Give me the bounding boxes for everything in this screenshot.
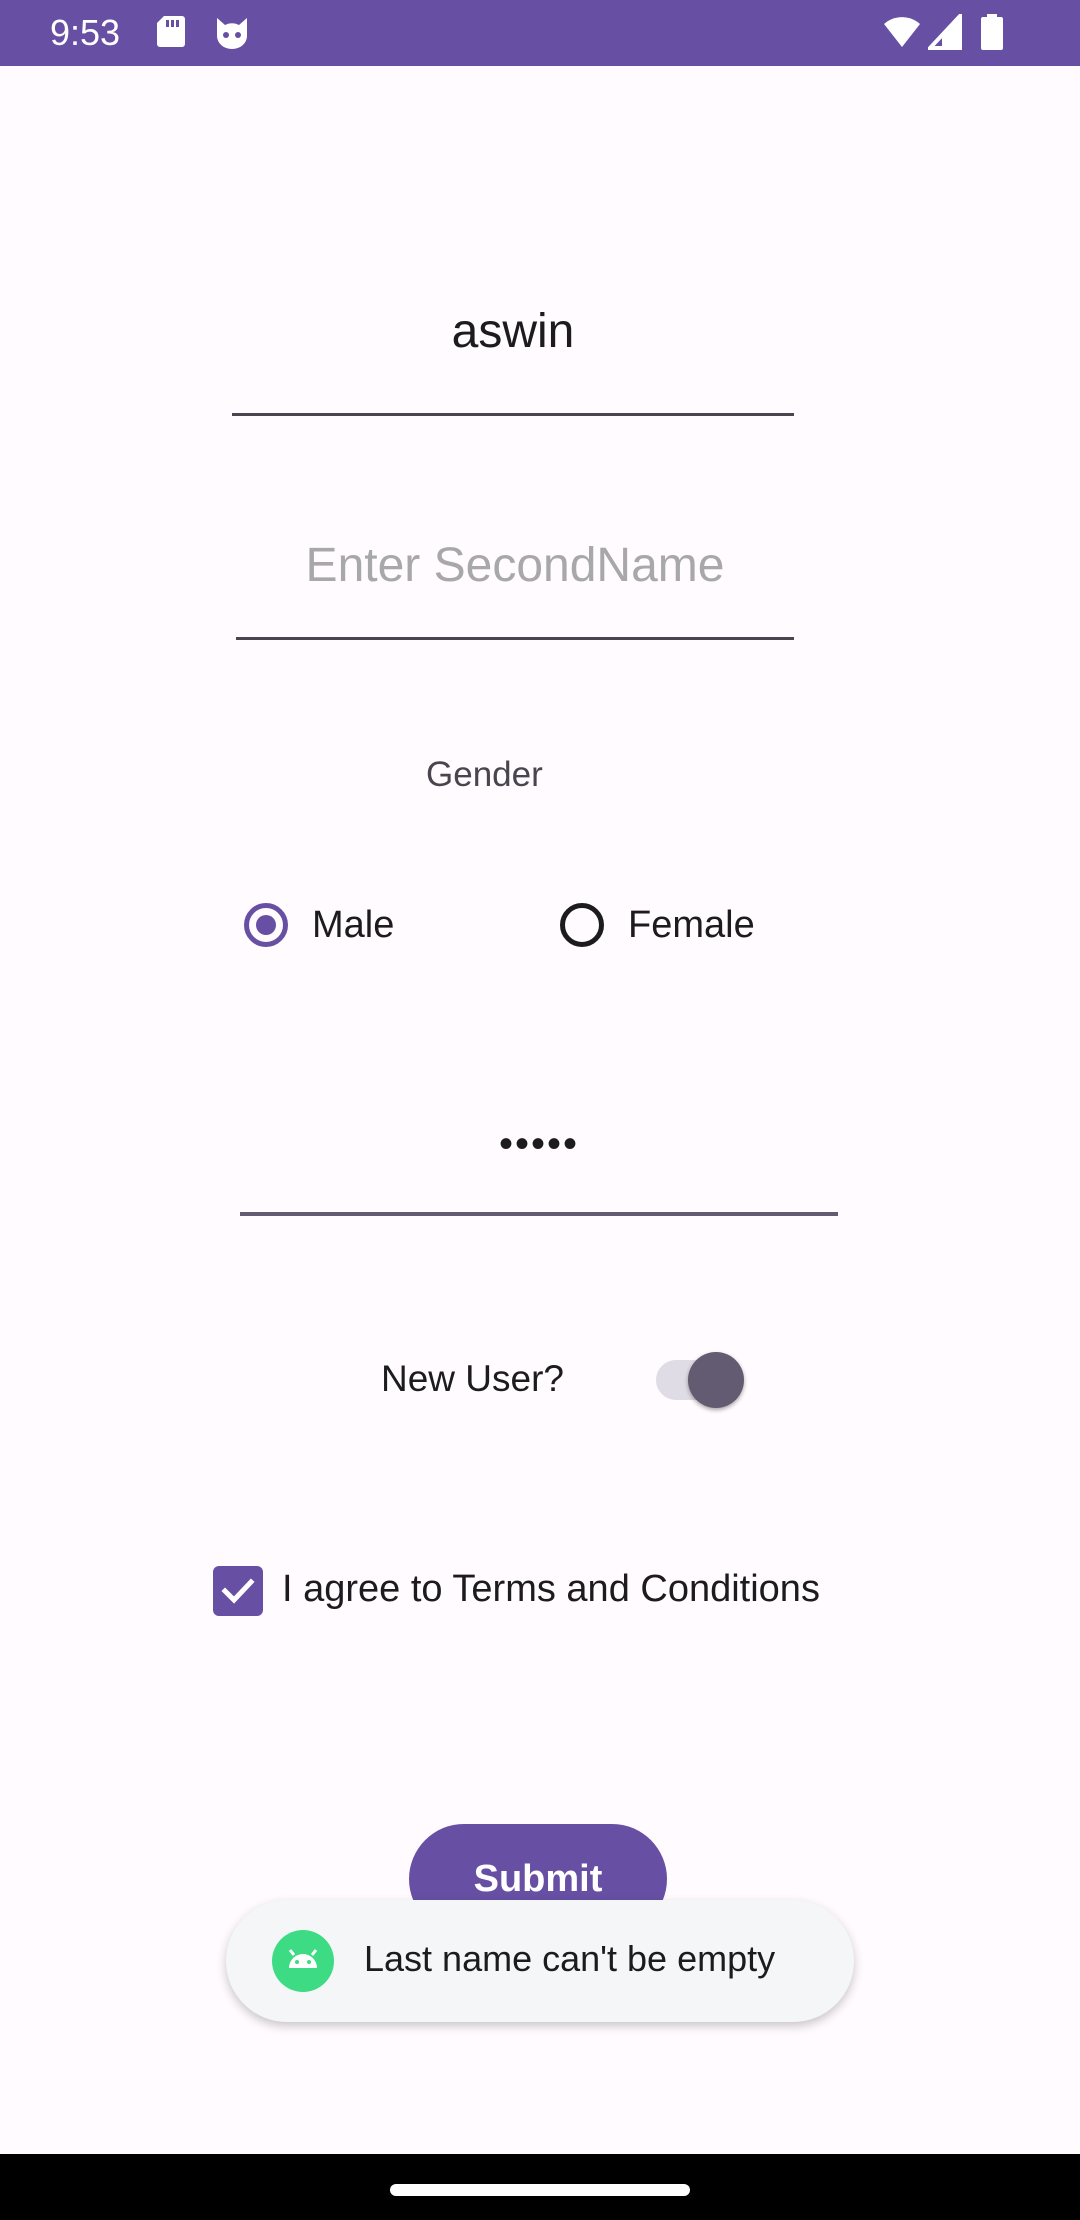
toast-message: Last name can't be empty [364, 1938, 776, 1979]
radio-male-label: Male [312, 903, 395, 946]
cat-icon [214, 16, 250, 55]
terms-checkbox[interactable] [213, 1566, 263, 1616]
toast: Last name can't be empty [226, 1900, 854, 2022]
gender-label: Gender [426, 755, 543, 794]
checkmark-icon [221, 1578, 255, 1604]
password-mask: ••••• [498, 1122, 580, 1166]
android-icon [272, 1930, 334, 1992]
radio-female[interactable]: Female [560, 890, 755, 960]
radio-male-indicator [244, 903, 288, 947]
radio-female-indicator [560, 903, 604, 947]
wifi-icon [882, 14, 922, 53]
first-name-value: aswin [451, 305, 575, 358]
radio-male[interactable]: Male [244, 890, 394, 960]
new-user-label: New User? [381, 1358, 564, 1399]
status-bar: 9:53 [0, 0, 1080, 66]
battery-icon [980, 14, 1004, 55]
home-indicator[interactable] [390, 2184, 690, 2196]
second-name-placeholder: Enter SecondName [305, 539, 725, 592]
status-time: 9:53 [50, 12, 121, 53]
signal-icon [925, 10, 962, 55]
first-name-field[interactable]: aswin [232, 290, 794, 416]
sd-card-icon [156, 14, 186, 53]
password-field[interactable]: ••••• [240, 1110, 838, 1216]
terms-label: I agree to Terms and Conditions [282, 1568, 820, 1610]
second-name-field[interactable]: Enter SecondName [236, 516, 794, 640]
radio-female-label: Female [628, 903, 755, 946]
new-user-switch-thumb[interactable] [688, 1352, 744, 1408]
